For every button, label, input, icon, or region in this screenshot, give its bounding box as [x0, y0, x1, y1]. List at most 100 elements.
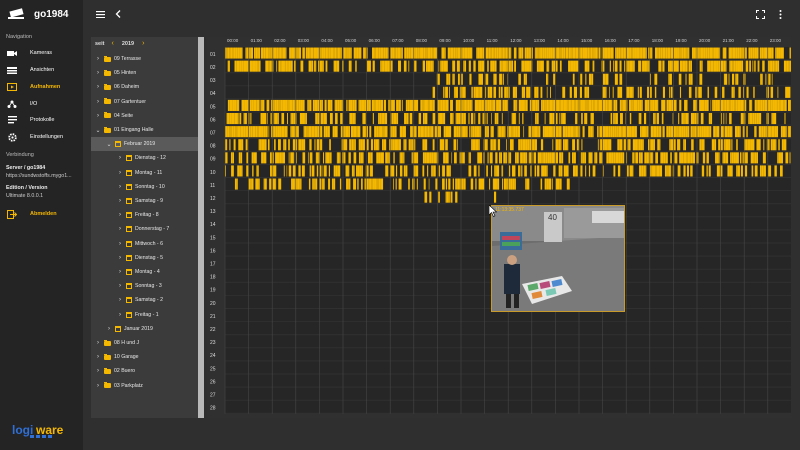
recording-segment[interactable]: [631, 99, 633, 111]
recording-segment[interactable]: [688, 86, 692, 98]
recording-segment[interactable]: [590, 47, 593, 59]
recording-segment[interactable]: [382, 113, 385, 125]
recording-segment[interactable]: [639, 60, 642, 72]
recording-segment[interactable]: [619, 60, 622, 72]
recording-segment[interactable]: [287, 113, 288, 125]
recording-segment[interactable]: [245, 139, 248, 151]
recording-segment[interactable]: [310, 47, 314, 59]
recording-segment[interactable]: [500, 126, 502, 138]
recording-segment[interactable]: [243, 60, 247, 72]
recording-segment[interactable]: [577, 99, 581, 111]
recording-segment[interactable]: [613, 113, 615, 125]
recording-segment[interactable]: [580, 152, 582, 164]
recording-segment[interactable]: [770, 86, 774, 98]
recording-segment[interactable]: [783, 139, 787, 151]
recording-segment[interactable]: [350, 99, 353, 111]
recording-segment[interactable]: [755, 47, 757, 59]
recording-segment[interactable]: [766, 86, 768, 98]
recording-segment[interactable]: [572, 73, 575, 85]
recording-segment[interactable]: [486, 99, 488, 111]
recording-segment[interactable]: [225, 126, 228, 138]
recording-segment[interactable]: [495, 152, 498, 164]
recording-segment[interactable]: [644, 99, 648, 111]
recording-segment[interactable]: [441, 47, 445, 59]
recording-segment[interactable]: [417, 47, 419, 59]
recording-segment[interactable]: [286, 165, 288, 177]
recording-segment[interactable]: [730, 60, 733, 72]
recording-segment[interactable]: [631, 126, 635, 138]
recording-segment[interactable]: [684, 99, 687, 111]
recording-segment[interactable]: [334, 99, 336, 111]
recording-segment[interactable]: [609, 86, 610, 98]
recording-segment[interactable]: [255, 47, 258, 59]
recording-segment[interactable]: [581, 139, 583, 151]
recording-segment[interactable]: [784, 113, 786, 125]
recording-segment[interactable]: [739, 60, 742, 72]
recording-segment[interactable]: [346, 99, 348, 111]
recording-segment[interactable]: [559, 178, 562, 190]
recording-segment[interactable]: [321, 47, 324, 59]
recording-segment[interactable]: [301, 139, 304, 151]
recording-segment[interactable]: [599, 126, 603, 138]
recording-segment[interactable]: [650, 86, 652, 98]
recording-segment[interactable]: [493, 178, 497, 190]
tree-item[interactable]: › Samstag - 9: [91, 194, 198, 208]
recording-segment[interactable]: [495, 139, 497, 151]
recording-segment[interactable]: [647, 86, 649, 98]
recording-segment[interactable]: [401, 47, 403, 59]
recording-segment[interactable]: [723, 60, 724, 72]
recording-segment[interactable]: [350, 60, 352, 72]
recording-segment[interactable]: [336, 47, 338, 59]
recording-segment[interactable]: [448, 191, 450, 203]
tree-item[interactable]: › 07 Gartentuer: [91, 95, 198, 109]
recording-segment[interactable]: [229, 47, 231, 59]
recording-segment[interactable]: [443, 86, 445, 98]
recording-segment[interactable]: [593, 99, 595, 111]
recording-segment[interactable]: [369, 178, 372, 190]
recording-segment[interactable]: [269, 178, 272, 190]
recording-segment[interactable]: [506, 139, 507, 151]
recording-segment[interactable]: [237, 126, 241, 138]
recording-segment[interactable]: [433, 47, 437, 59]
recording-segment[interactable]: [424, 191, 428, 203]
recording-segment[interactable]: [470, 178, 474, 190]
recording-segment[interactable]: [605, 126, 609, 138]
recording-segment[interactable]: [774, 60, 776, 72]
recording-segment[interactable]: [281, 47, 283, 59]
recording-segment[interactable]: [333, 47, 335, 59]
recording-segment[interactable]: [681, 126, 684, 138]
recording-segment[interactable]: [785, 126, 787, 138]
recording-segment[interactable]: [283, 165, 285, 177]
recording-segment[interactable]: [491, 126, 494, 138]
recording-segment[interactable]: [621, 47, 624, 59]
recording-segment[interactable]: [525, 178, 527, 190]
recording-segment[interactable]: [512, 178, 515, 190]
recording-segment[interactable]: [475, 139, 479, 151]
recording-segment[interactable]: [618, 47, 621, 59]
recording-segment[interactable]: [750, 47, 753, 59]
recording-segment[interactable]: [690, 73, 693, 85]
recording-segment[interactable]: [724, 99, 727, 111]
recording-segment[interactable]: [608, 139, 612, 151]
recording-segment[interactable]: [499, 73, 502, 85]
recording-segment[interactable]: [297, 47, 299, 59]
recording-segment[interactable]: [244, 99, 247, 111]
recording-segment[interactable]: [233, 126, 236, 138]
recording-segment[interactable]: [552, 113, 555, 125]
recording-segment[interactable]: [493, 73, 495, 85]
recording-segment[interactable]: [464, 99, 467, 111]
recording-segment[interactable]: [478, 99, 482, 111]
recording-segment[interactable]: [618, 152, 621, 164]
recording-segment[interactable]: [226, 113, 228, 125]
recording-segment[interactable]: [762, 60, 765, 72]
recording-segment[interactable]: [340, 47, 342, 59]
chevron-right-icon[interactable]: ›: [95, 368, 101, 374]
recording-segment[interactable]: [385, 47, 388, 59]
recording-segment[interactable]: [677, 126, 679, 138]
recording-segment[interactable]: [587, 86, 590, 98]
recording-segment[interactable]: [670, 152, 672, 164]
recording-segment[interactable]: [431, 126, 434, 138]
recording-segment[interactable]: [358, 47, 362, 59]
recording-segment[interactable]: [422, 165, 425, 177]
recording-segment[interactable]: [265, 113, 267, 125]
